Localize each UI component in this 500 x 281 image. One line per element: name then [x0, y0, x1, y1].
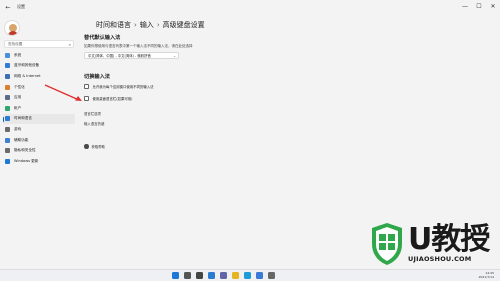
file-explorer-icon[interactable]: [232, 272, 239, 279]
system-tray-clock[interactable]: 14:45 2021/7/14: [479, 271, 494, 279]
taskbar-icons: [172, 272, 275, 279]
chat-icon[interactable]: [220, 272, 227, 279]
task-view-icon[interactable]: [196, 272, 203, 279]
watermark-text: U教授: [408, 222, 490, 257]
tray-date: 2021/7/14: [478, 275, 494, 280]
taskbar: 14:45 2021/7/14: [0, 269, 500, 281]
edge-icon[interactable]: [244, 272, 251, 279]
store-icon[interactable]: [256, 272, 263, 279]
start-icon[interactable]: [172, 272, 179, 279]
settings-icon[interactable]: [268, 272, 275, 279]
watermark-logo: U教授 UJIAOSHOU.COM: [368, 222, 498, 270]
search-icon[interactable]: [184, 272, 191, 279]
shield-logo-icon: [372, 223, 402, 265]
widgets-icon[interactable]: [208, 272, 215, 279]
watermark-url: UJIAOSHOU.COM: [408, 255, 472, 263]
